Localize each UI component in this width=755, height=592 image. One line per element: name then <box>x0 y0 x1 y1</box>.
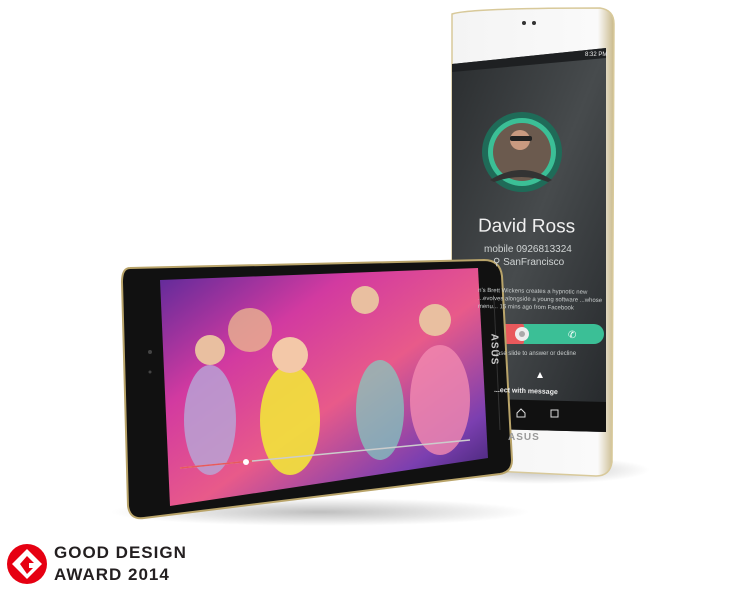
white-tablet-brand: ASUS <box>508 432 540 443</box>
dancer <box>410 345 470 455</box>
location-pin-icon: ⚲ <box>493 257 504 268</box>
front-camera <box>148 350 152 354</box>
notification-text: n's Brett Wickens creates a hypnotic new… <box>477 287 603 312</box>
product-illustration: ✆ <box>7 7 650 584</box>
white-tablet-camera <box>522 21 526 25</box>
caller-name: David Ross <box>477 215 576 238</box>
award-line-2: AWARD 2014 <box>54 565 170 584</box>
caller-location-text: SanFrancisco <box>503 257 565 268</box>
caller-number: mobile 0926813324 <box>484 244 572 255</box>
caller-location: ⚲ SanFrancisco <box>493 257 564 268</box>
phone-icon: ✆ <box>568 330 576 341</box>
dancer <box>260 365 320 475</box>
slide-hint: ...ase slide to answer or decline <box>492 351 577 357</box>
black-tablet-brand: ASUS <box>488 333 500 366</box>
dancer <box>356 360 404 460</box>
video-progress-handle[interactable] <box>243 459 249 465</box>
good-design-logo <box>7 544 47 584</box>
status-time: 8:32 PM <box>585 52 608 58</box>
white-tablet-sensor <box>532 21 536 25</box>
dancer <box>184 365 236 475</box>
award-line-1: GOOD DESIGN <box>54 543 187 562</box>
